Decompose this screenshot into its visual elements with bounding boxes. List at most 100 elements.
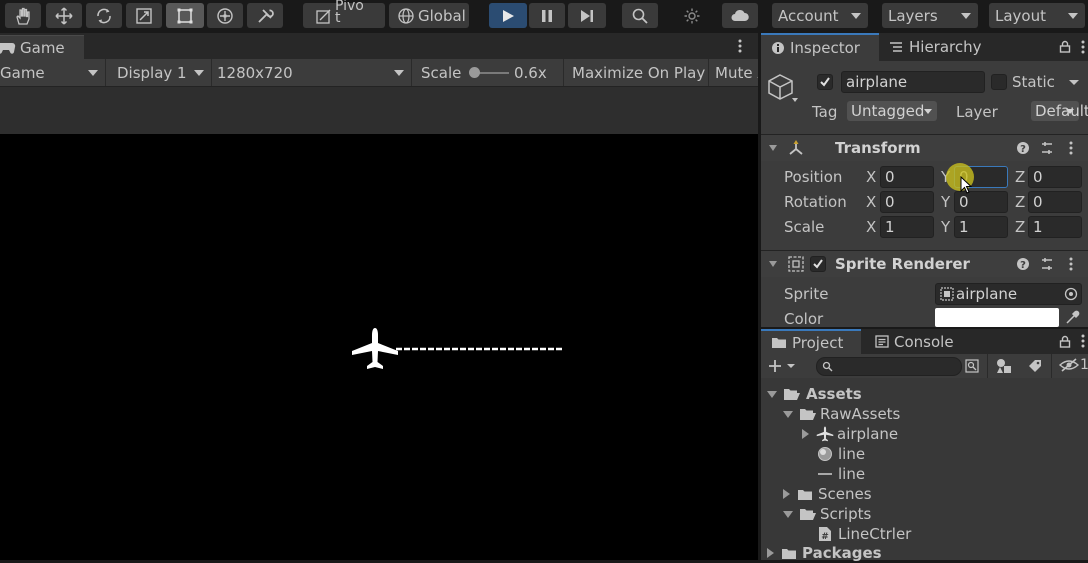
eyedropper-icon[interactable] [1064, 310, 1080, 326]
tree-item-line-renderer[interactable]: line [817, 464, 865, 484]
tag-dropdown[interactable]: Untagged [847, 101, 937, 121]
play-button[interactable] [489, 3, 527, 28]
foldout-arrow-icon[interactable] [768, 144, 778, 152]
display-dropdown-label: Display 1 [117, 63, 187, 82]
color-swatch[interactable] [935, 308, 1059, 327]
rect-tool-button[interactable] [166, 3, 204, 28]
step-button[interactable] [568, 3, 606, 28]
chevron-down-icon[interactable] [1068, 79, 1080, 87]
foldout-collapsed-icon[interactable] [802, 429, 809, 439]
eye-hidden-icon [1059, 358, 1079, 372]
sprite-object-field[interactable]: airplane [935, 283, 1082, 305]
tree-item-line-material[interactable]: line [817, 444, 865, 464]
preset-icon[interactable] [1040, 256, 1054, 272]
search-scope-icon[interactable] [964, 358, 980, 374]
help-icon[interactable]: ? [1016, 141, 1030, 155]
layout-dropdown[interactable]: Layout [989, 3, 1085, 28]
scale-x-field[interactable]: 1 [880, 216, 934, 238]
project-search-input[interactable] [816, 357, 962, 376]
lock-icon[interactable] [1059, 335, 1071, 348]
rotation-x-field[interactable]: 0 [880, 191, 934, 213]
filter-by-label-icon[interactable] [1027, 358, 1043, 374]
sprite-renderer-header[interactable]: Sprite Renderer ? [761, 250, 1088, 277]
kebab-menu-icon[interactable] [1067, 256, 1075, 272]
sprite-label: Sprite [784, 285, 829, 303]
svg-text:#: # [821, 532, 829, 542]
tab-game[interactable]: Game [0, 35, 84, 60]
kebab-menu-icon[interactable] [1067, 140, 1075, 156]
tree-item-airplane[interactable]: airplane [802, 424, 898, 444]
foldout-collapsed-icon[interactable] [767, 548, 774, 558]
pivot-toggle[interactable]: Pivo t [303, 0, 385, 28]
display-dropdown[interactable]: Display 1 [117, 59, 210, 86]
mute-audio-toggle[interactable]: Mute A [715, 59, 758, 86]
transform-tool-button[interactable] [207, 3, 243, 28]
rotation-z-field[interactable]: 0 [1028, 191, 1082, 213]
game-view-dropdown[interactable]: Game [0, 59, 104, 86]
foldout-collapsed-icon[interactable] [783, 489, 790, 499]
kebab-menu-icon[interactable] [1079, 333, 1087, 349]
position-z-field[interactable]: 0 [1028, 166, 1082, 188]
maximize-on-play-toggle[interactable]: Maximize On Play [572, 59, 705, 86]
tree-item-scripts[interactable]: Scripts [783, 504, 871, 524]
scale-tool-button[interactable] [126, 3, 162, 28]
position-x-field[interactable]: 0 [880, 166, 934, 188]
filter-by-type-icon[interactable] [995, 357, 1013, 375]
search-button[interactable] [622, 3, 658, 28]
object-picker-icon[interactable] [1064, 287, 1078, 301]
main-toolbar: Pivo t Global Account Layers Layout [0, 0, 1088, 33]
preset-icon[interactable] [1040, 140, 1054, 156]
scale-slider-group: Scale 0.6x [421, 59, 561, 86]
game-viewport[interactable] [0, 134, 758, 560]
scale-y-field[interactable]: 1 [954, 216, 1008, 238]
foldout-expanded-icon[interactable] [767, 390, 777, 398]
sprite-renderer-enabled-checkbox[interactable] [810, 256, 826, 272]
tree-item-assets[interactable]: Assets [767, 384, 862, 404]
transform-title: Transform [835, 139, 921, 157]
global-toggle[interactable]: Global [389, 3, 469, 28]
search-icon [632, 8, 648, 24]
scale-slider-thumb[interactable] [469, 67, 480, 78]
tab-inspector[interactable]: Inspector [761, 33, 879, 61]
foldout-expanded-icon[interactable] [783, 510, 793, 518]
layers-dropdown[interactable]: Layers [882, 3, 978, 28]
hierarchy-tab-label: Hierarchy [909, 38, 982, 56]
hidden-packages-toggle[interactable]: 1 [1059, 357, 1088, 373]
services-button[interactable] [675, 3, 709, 28]
info-icon [772, 42, 784, 54]
game-panel-menu-icon[interactable] [735, 38, 745, 54]
rotate-tool-button[interactable] [86, 3, 122, 28]
sprite-renderer-icon [788, 256, 804, 272]
rotate-icon [97, 8, 111, 23]
tree-label: RawAssets [820, 405, 901, 423]
hand-tool-button[interactable] [5, 3, 41, 28]
resolution-dropdown[interactable]: 1280x720 [217, 59, 410, 86]
tree-item-packages[interactable]: Packages [767, 543, 882, 563]
tab-project[interactable]: Project [761, 329, 861, 354]
custom-tools-button[interactable] [247, 3, 283, 28]
y-axis-label: Y [941, 218, 951, 236]
tree-item-scenes[interactable]: Scenes [783, 484, 872, 504]
cloud-button[interactable] [722, 3, 758, 28]
layer-dropdown[interactable]: Default [1031, 101, 1088, 121]
lock-icon[interactable] [1059, 40, 1071, 53]
active-checkbox[interactable] [817, 74, 833, 90]
transform-gizmo-icon [217, 7, 233, 24]
move-tool-button[interactable] [46, 3, 82, 28]
scale-z-field[interactable]: 1 [1028, 216, 1082, 238]
object-name-field[interactable]: airplane [841, 71, 985, 93]
checkmark-icon [820, 77, 830, 87]
tab-console[interactable]: Console [875, 329, 954, 354]
account-dropdown[interactable]: Account [772, 3, 868, 28]
kebab-menu-icon[interactable] [1079, 39, 1087, 55]
tab-hierarchy[interactable]: Hierarchy [889, 33, 982, 61]
help-icon[interactable]: ? [1016, 257, 1030, 271]
pause-button[interactable] [529, 3, 565, 28]
foldout-expanded-icon[interactable] [783, 410, 793, 418]
foldout-arrow-icon[interactable] [768, 260, 778, 268]
create-asset-button[interactable] [767, 357, 801, 375]
transform-header[interactable]: Transform ? [761, 134, 1088, 161]
static-checkbox[interactable] [991, 74, 1007, 90]
tree-item-linectrler[interactable]: # LineCtrler [817, 524, 911, 544]
tree-item-rawassets[interactable]: RawAssets [783, 404, 900, 424]
